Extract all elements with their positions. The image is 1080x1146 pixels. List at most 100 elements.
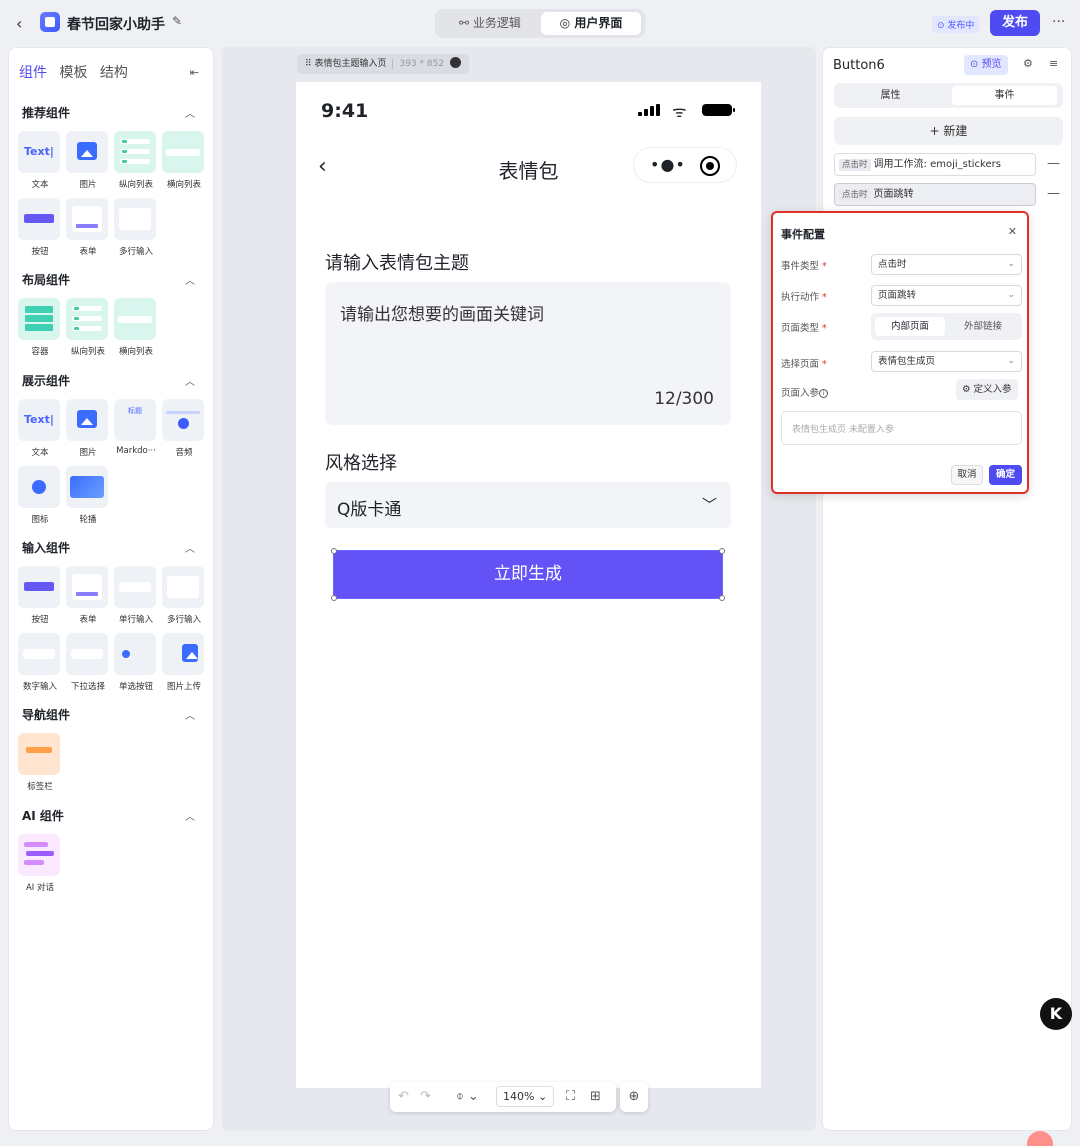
grid-icon[interactable]: ⊞ <box>590 1089 601 1104</box>
text-icon: Text| <box>24 413 54 426</box>
remove-event-icon[interactable]: — <box>1047 186 1060 201</box>
component-label: 横向列表 <box>118 347 153 357</box>
preview-button[interactable]: ⊙ 预览 <box>964 55 1008 75</box>
event-item[interactable]: 点击时 调用工作流: emoji_stickers <box>834 153 1036 176</box>
generate-button[interactable]: 立即生成 <box>333 550 723 599</box>
chevron-up-icon[interactable]: ︿ <box>185 540 195 555</box>
more-icon[interactable]: ··· <box>1052 14 1065 30</box>
button-icon <box>24 582 54 591</box>
component-vertical-list[interactable]: 纵向列表 <box>114 131 158 190</box>
page-type-external[interactable]: 外部链接 <box>948 317 1018 336</box>
tab-user-interface[interactable]: ◎ 用户界面 <box>541 12 641 35</box>
collapse-panel-icon[interactable]: ⇤ <box>190 66 199 79</box>
component-button[interactable]: 按钮 <box>18 198 62 257</box>
component-multiline-input[interactable]: 多行输入 <box>114 198 158 257</box>
component-horizontal-list[interactable]: 横向列表 <box>114 298 158 357</box>
chevron-up-icon[interactable]: ︿ <box>185 373 195 388</box>
component-multiline-input[interactable]: 多行输入 <box>162 566 206 625</box>
tab-properties[interactable]: 属性 <box>838 86 943 105</box>
tab-events[interactable]: 事件 <box>952 86 1057 105</box>
markdown-thumbnail: 标题 <box>114 399 156 441</box>
mouse-mode-icon[interactable]: ⌽ ⌄ <box>456 1089 479 1104</box>
cancel-button[interactable]: 取消 <box>951 465 983 485</box>
event-type-select[interactable]: 点击时 ⌄ <box>871 254 1022 275</box>
more-dots-icon[interactable]: •●• <box>650 155 686 174</box>
panel-menu-icon[interactable]: ≡ <box>1049 57 1058 70</box>
remove-event-icon[interactable]: — <box>1047 156 1060 171</box>
chevron-left-icon[interactable]: ‹ <box>16 14 22 33</box>
component-horizontal-list[interactable]: 横向列表 <box>162 131 206 190</box>
component-icon[interactable]: 图标 <box>18 466 62 525</box>
component-vertical-list[interactable]: 纵向列表 <box>66 298 110 357</box>
confirm-button[interactable]: 确定 <box>989 465 1022 485</box>
component-ai-chat[interactable]: AI 对话 <box>18 834 62 893</box>
component-audio[interactable]: 音频 <box>162 399 206 458</box>
style-select-value: Q版卡通 <box>337 500 402 520</box>
component-panel: 组件 模板 结构 ⇤ 推荐组件 ︿ Text| 文本 图片 纵向列表 横向列表 … <box>8 47 214 1131</box>
tab-business-logic[interactable]: ⚯ 业务逻辑 <box>441 12 539 35</box>
component-dropdown[interactable]: 下拉选择 <box>66 633 110 692</box>
action-select[interactable]: 页面跳转 ⌄ <box>871 285 1022 306</box>
component-label: Markdo··· <box>116 446 156 456</box>
tab-structure[interactable]: 结构 <box>100 62 128 82</box>
close-icon[interactable]: ✕ <box>1008 225 1017 238</box>
play-icon[interactable] <box>450 57 462 68</box>
publish-button[interactable]: 发布 <box>990 10 1040 36</box>
chevron-up-icon[interactable]: ︿ <box>185 272 195 287</box>
resize-handle[interactable] <box>719 595 725 601</box>
page-type-internal[interactable]: 内部页面 <box>875 317 945 336</box>
component-form[interactable]: 表单 <box>66 566 110 625</box>
page-tag[interactable]: ⠿ 表情包主题输入页 393 * 852 <box>297 54 470 74</box>
tab-components[interactable]: 组件 <box>19 62 47 82</box>
new-event-button[interactable]: + 新建 <box>834 117 1063 145</box>
mascot-icon[interactable] <box>1027 1131 1053 1146</box>
resize-handle[interactable] <box>331 548 337 554</box>
close-target-icon[interactable] <box>700 156 720 176</box>
component-carousel[interactable]: 轮播 <box>66 466 110 525</box>
fit-screen-icon[interactable]: ⛶ <box>566 1089 575 1104</box>
event-item[interactable]: 点击时 页面跳转 <box>834 183 1036 206</box>
redo-icon[interactable]: ↷ <box>420 1089 431 1104</box>
image-upload-thumbnail <box>162 633 204 675</box>
component-text[interactable]: Text| 文本 <box>18 131 62 190</box>
edit-icon[interactable]: ✎ <box>172 14 182 28</box>
action-value: 页面跳转 <box>878 290 917 301</box>
component-text[interactable]: Text| 文本 <box>18 399 62 458</box>
select-page-select[interactable]: 表情包生成页 ⌄ <box>871 351 1022 372</box>
info-icon[interactable]: i <box>819 389 829 398</box>
topic-textarea[interactable]: 请输出您想要的画面关键词 12/300 <box>325 282 731 425</box>
component-image-upload[interactable]: 图片上传 <box>162 633 206 692</box>
component-image[interactable]: 图片 <box>66 131 110 190</box>
component-form[interactable]: 表单 <box>66 198 110 257</box>
style-select[interactable]: Q版卡通 ﹀ <box>325 482 731 528</box>
zoom-value: 140% <box>503 1090 535 1103</box>
chevron-up-icon[interactable]: ︿ <box>185 808 195 823</box>
image-icon <box>77 142 97 160</box>
define-params-button[interactable]: ⚙ 定义入参 <box>956 379 1018 400</box>
undo-icon[interactable]: ↶ <box>398 1089 409 1104</box>
mini-program-capsule[interactable]: •●• <box>633 147 737 183</box>
component-number-input[interactable]: 数字输入 <box>18 633 62 692</box>
gear-icon[interactable]: ⚙ <box>1023 57 1033 70</box>
component-image[interactable]: 图片 <box>66 399 110 458</box>
tab-templates[interactable]: 模板 <box>59 62 87 82</box>
zoom-select[interactable]: 140% ⌄ <box>496 1086 554 1107</box>
component-tabbar[interactable]: 标签栏 <box>18 733 62 792</box>
text-icon: Text| <box>24 145 54 158</box>
resize-handle[interactable] <box>331 595 337 601</box>
assistant-float-icon[interactable]: K <box>1040 998 1072 1030</box>
component-single-input[interactable]: 单行输入 <box>114 566 158 625</box>
component-radio[interactable]: 单选按钮 <box>114 633 158 692</box>
params-label: 页面入参 i <box>781 385 829 399</box>
add-page-icon[interactable]: ⊕ <box>620 1082 648 1112</box>
resize-handle[interactable] <box>719 548 725 554</box>
dropdown-icon <box>71 649 103 659</box>
chevron-up-icon[interactable]: ︿ <box>185 707 195 722</box>
component-markdown[interactable]: 标题 Markdo··· <box>114 399 158 456</box>
image-icon <box>77 410 97 428</box>
component-button[interactable]: 按钮 <box>18 566 62 625</box>
tabbar-thumbnail <box>18 733 60 775</box>
component-label: 图标 <box>31 515 49 525</box>
component-container[interactable]: 容器 <box>18 298 62 357</box>
chevron-up-icon[interactable]: ︿ <box>185 105 195 120</box>
